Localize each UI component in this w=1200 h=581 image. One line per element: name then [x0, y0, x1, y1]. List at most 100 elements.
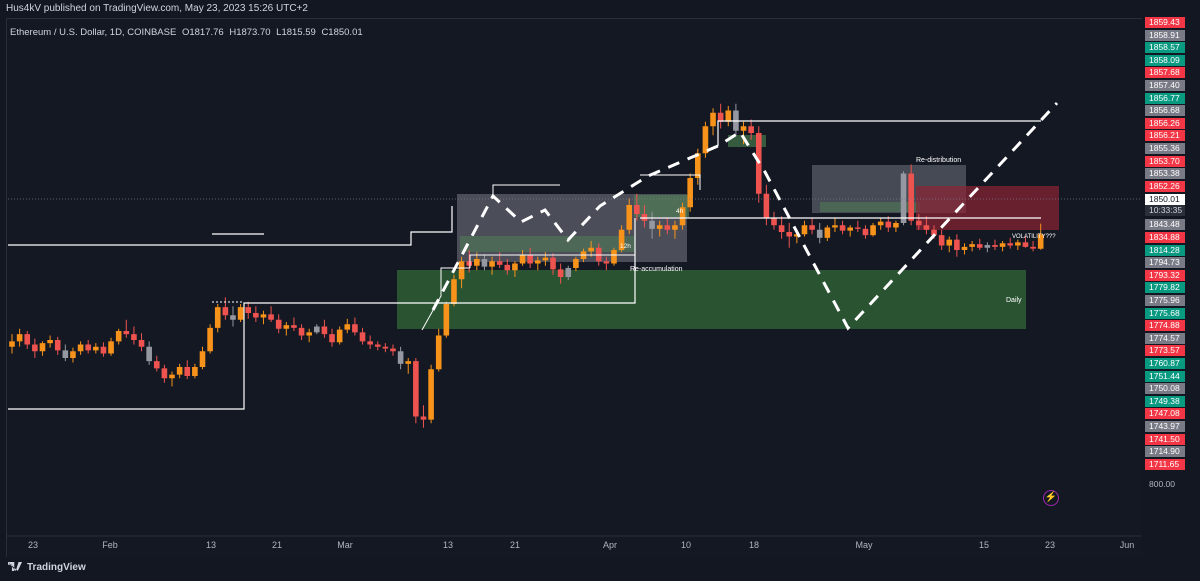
- price-tag: 1853.38: [1145, 168, 1185, 180]
- tradingview-logo[interactable]: TradingView: [8, 562, 86, 573]
- candle-body: [16, 334, 23, 342]
- time-tick-label: 13: [206, 540, 216, 550]
- candle-body: [77, 344, 84, 352]
- time-tick-label: 21: [272, 540, 282, 550]
- candle-body: [527, 254, 533, 264]
- current-price-tag: 1850.01: [1145, 194, 1185, 205]
- candle-body: [938, 235, 945, 246]
- candle-body: [382, 346, 389, 349]
- lightning-icon[interactable]: ⚡: [1043, 490, 1059, 506]
- candle-body: [443, 304, 450, 336]
- candle-body: [24, 334, 31, 345]
- candle-body: [740, 126, 747, 131]
- symbol-legend[interactable]: Ethereum / U.S. Dollar, 1D, COINBASE O18…: [10, 27, 366, 38]
- price-tag: 1858.91: [1145, 29, 1185, 41]
- time-tick-label: Mar: [337, 540, 353, 550]
- price-tag: 1747.08: [1145, 408, 1185, 420]
- candle-body: [214, 307, 221, 328]
- candle-body: [816, 229, 823, 238]
- price-tag: 1856.26: [1145, 117, 1185, 129]
- candle-body: [992, 245, 998, 247]
- zones-layer: [397, 135, 1059, 329]
- price-tag: 1741.50: [1145, 433, 1185, 445]
- symbol-name: Ethereum / U.S. Dollar, 1D, COINBASE: [10, 27, 177, 38]
- candle-body: [496, 261, 503, 265]
- candle-body: [298, 327, 305, 336]
- price-axis-label: 800.00: [1149, 479, 1175, 489]
- candle-body: [32, 344, 38, 352]
- price-tag: 1857.40: [1145, 80, 1185, 91]
- candle-body: [405, 361, 412, 364]
- candle-body: [603, 261, 610, 264]
- candle-body: [138, 340, 145, 347]
- candle-body: [458, 261, 465, 280]
- countdown-tag: 10:33:35: [1145, 205, 1185, 216]
- chart-canvas[interactable]: Re-distribution Re-accumulation VOLATILITY…: [0, 0, 1200, 581]
- candle-body: [115, 331, 122, 342]
- candle-body: [634, 205, 640, 214]
- time-tick-label: 23: [28, 540, 38, 550]
- candle-body: [451, 279, 457, 304]
- candle-body: [153, 361, 160, 369]
- candle-body: [260, 314, 267, 318]
- time-tick-label: May: [855, 540, 873, 550]
- price-tag: 1793.32: [1145, 269, 1185, 281]
- candle-body: [550, 257, 556, 270]
- price-tag: 1856.21: [1145, 130, 1185, 142]
- candle-body: [100, 346, 107, 354]
- footer-bar: [0, 557, 1200, 581]
- candle-body: [367, 341, 373, 345]
- candle-body: [474, 259, 480, 266]
- zone-12h: [460, 236, 635, 252]
- candle-body: [413, 361, 419, 417]
- candle-body: [893, 223, 899, 228]
- price-tag: 1743.97: [1145, 421, 1185, 432]
- candle-body: [519, 254, 526, 264]
- candle-body: [268, 314, 274, 320]
- candle-body: [390, 348, 396, 352]
- ohlc-open: O1817.76: [181, 27, 224, 38]
- candle-body: [542, 257, 549, 261]
- candle-body: [847, 227, 853, 231]
- candle-body: [123, 331, 130, 335]
- candle-body: [184, 367, 191, 376]
- candle-body: [352, 324, 358, 333]
- candle-body: [839, 225, 846, 231]
- price-tag: 1773.57: [1145, 345, 1185, 357]
- candle-body: [786, 232, 793, 237]
- price-tag: 1750.08: [1145, 383, 1185, 395]
- candle-body: [230, 315, 236, 320]
- candle-body: [809, 225, 815, 230]
- candle-body: [146, 346, 152, 362]
- time-tick-label: 18: [749, 540, 759, 550]
- candle-body: [900, 173, 907, 223]
- candle-body: [557, 269, 564, 277]
- label-12h: 12h: [620, 243, 631, 250]
- brand-name: TradingView: [27, 562, 86, 573]
- candle-body: [588, 247, 594, 252]
- price-tag: 1843.48: [1145, 219, 1185, 231]
- candles-layer: [9, 103, 1044, 428]
- candle-body: [611, 250, 617, 264]
- candle-body: [108, 341, 114, 354]
- price-tag: 1775.96: [1145, 295, 1185, 306]
- daily-label: Daily: [1006, 297, 1022, 304]
- candle-body: [336, 329, 343, 343]
- candle-body: [176, 367, 183, 375]
- daily-demand-zone: [397, 270, 1026, 329]
- candle-body: [748, 126, 754, 133]
- candle-body: [771, 218, 777, 226]
- candle-body: [70, 351, 76, 358]
- price-tag: 1814.28: [1145, 244, 1185, 256]
- candle-body: [984, 245, 991, 248]
- price-tag: 1857.68: [1145, 67, 1185, 79]
- candle-body: [870, 225, 876, 236]
- candle-body: [801, 225, 808, 235]
- candle-body: [1015, 242, 1021, 246]
- price-tag: 1853.70: [1145, 155, 1185, 167]
- price-tag: 1774.57: [1145, 332, 1185, 344]
- label-4h: 4h: [676, 208, 684, 215]
- re-distribution-label: Re-distribution: [916, 157, 961, 164]
- candle-body: [778, 225, 785, 232]
- time-tick-label: 13: [443, 540, 453, 550]
